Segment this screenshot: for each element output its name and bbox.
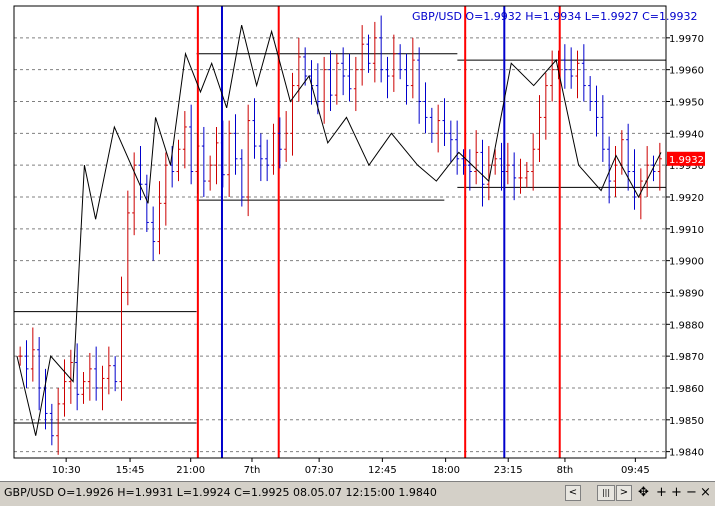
close-icon[interactable]: × — [700, 486, 711, 500]
y-tick-label: 1.9890 — [669, 288, 704, 299]
y-tick-label: 1.9840 — [669, 448, 704, 459]
y-tick-label: 1.9950 — [669, 97, 704, 108]
x-tick-label: 07:30 — [305, 465, 334, 476]
scroll-thumb-button[interactable]: ||| — [597, 485, 615, 501]
y-tick-label: 1.9920 — [669, 193, 704, 204]
chart-background — [0, 0, 715, 481]
y-tick-label: 1.9850 — [669, 416, 704, 427]
symbol-header: GBP/USD O=1.9932 H=1.9934 L=1.9927 C=1.9… — [412, 10, 697, 23]
y-tick-label: 1.9960 — [669, 66, 704, 77]
y-tick-label: 1.9910 — [669, 225, 704, 236]
x-tick-label: 23:15 — [494, 465, 523, 476]
x-tick-label: 12:45 — [368, 465, 397, 476]
x-tick-label: 09:45 — [621, 465, 650, 476]
x-tick-label: 8th — [557, 465, 574, 476]
y-tick-label: 1.9860 — [669, 384, 704, 395]
zoom-in-icon[interactable]: + — [656, 486, 667, 500]
status-bar: GBP/USD O=1.9926 H=1.9931 L=1.9924 C=1.9… — [0, 481, 715, 506]
price-chart[interactable]: 1.99701.99601.99501.99401.99301.99201.99… — [0, 0, 715, 481]
x-tick-label: 15:45 — [116, 465, 145, 476]
crosshair-icon[interactable]: ✥ — [638, 486, 649, 500]
x-tick-label: 7th — [244, 465, 261, 476]
x-tick-label: 18:00 — [431, 465, 460, 476]
status-text: GBP/USD O=1.9926 H=1.9931 L=1.9924 C=1.9… — [4, 486, 437, 499]
zoom-in-alt-icon[interactable]: + — [671, 486, 682, 500]
scroll-right-button[interactable]: > — [616, 485, 632, 501]
last-price-tag: 1.9932 — [667, 151, 705, 166]
zoom-out-icon[interactable]: − — [686, 486, 697, 500]
scroll-left-button[interactable]: < — [565, 485, 581, 501]
x-tick-label: 10:30 — [52, 465, 81, 476]
x-tick-label: 21:00 — [176, 465, 205, 476]
y-tick-label: 1.9970 — [669, 34, 704, 45]
y-tick-label: 1.9870 — [669, 352, 704, 363]
y-tick-label: 1.9940 — [669, 129, 704, 140]
y-tick-label: 1.9880 — [669, 320, 704, 331]
price-tag-label: 1.9932 — [669, 155, 704, 166]
y-tick-label: 1.9900 — [669, 257, 704, 268]
